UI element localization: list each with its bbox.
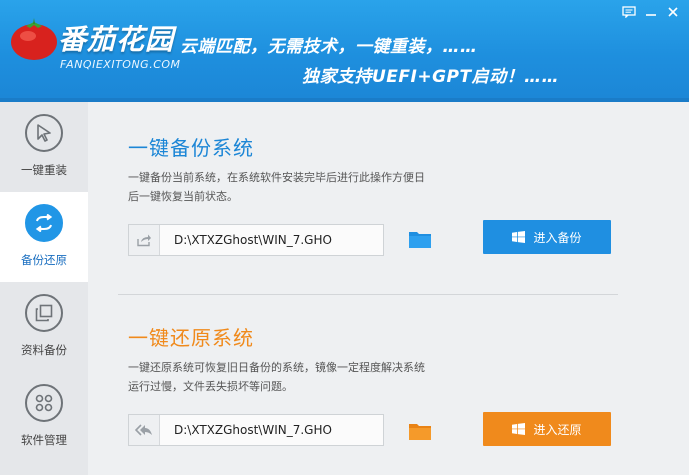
backup-description: 一键备份当前系统，在系统软件安装完毕后进行此操作方便日后一键恢复当前状态。 — [128, 171, 425, 203]
folder-icon — [409, 232, 431, 248]
copy-icon — [35, 304, 53, 322]
enter-restore-button[interactable]: 进入还原 — [483, 412, 611, 446]
windows-logo-icon — [512, 231, 526, 243]
backup-path-value: D:\XTXZGhost\WIN_7.GHO — [174, 233, 332, 247]
app-subtitle: FANQIEXITONG.COM — [60, 58, 181, 71]
path-field-icon-wrap — [129, 415, 160, 445]
cursor-icon — [37, 124, 51, 142]
sidebar-item-icon-wrap — [25, 384, 63, 422]
sidebar-item-icon-wrap — [25, 204, 63, 242]
sidebar-item-backup-restore[interactable]: 备份还原 — [0, 192, 88, 282]
enter-restore-label: 进入还原 — [533, 422, 582, 437]
section-divider — [118, 294, 618, 295]
feedback-icon — [622, 6, 636, 18]
slogan-line-1: 云端匹配，无需技术，一键重装，…… — [180, 37, 478, 57]
sidebar-item-reinstall[interactable]: 一键重装 — [0, 102, 88, 192]
reply-all-icon — [135, 424, 152, 436]
sidebar-item-icon-wrap — [25, 294, 63, 332]
backup-browse-button[interactable] — [408, 228, 432, 250]
backup-title: 一键备份系统 — [128, 136, 254, 160]
path-field-icon-wrap — [129, 225, 160, 255]
sidebar: 一键重装 备份还原 资料备份 软件管理 — [0, 102, 88, 475]
close-button[interactable] — [663, 4, 683, 20]
sidebar-item-label: 软件管理 — [21, 433, 67, 447]
restore-path-field[interactable]: D:\XTXZGhost\WIN_7.GHO — [128, 414, 384, 446]
windows-logo-icon — [512, 423, 526, 435]
sidebar-item-label: 资料备份 — [21, 343, 67, 357]
minimize-icon — [646, 14, 656, 16]
enter-backup-label: 进入备份 — [533, 230, 582, 245]
sidebar-item-icon-wrap — [25, 114, 63, 152]
restore-browse-button[interactable] — [408, 420, 432, 442]
enter-backup-button[interactable]: 进入备份 — [483, 220, 611, 254]
sidebar-item-software[interactable]: 软件管理 — [0, 372, 88, 462]
slogan-line-2: 独家支持UEFI+GPT启动！…… — [302, 67, 560, 87]
sidebar-item-label: 一键重装 — [21, 163, 67, 177]
feedback-button[interactable] — [619, 4, 639, 20]
app-header: 番茄花园 FANQIEXITONG.COM 云端匹配，无需技术，一键重装，…… … — [0, 0, 689, 102]
sync-icon — [35, 214, 53, 232]
restore-path-value: D:\XTXZGhost\WIN_7.GHO — [174, 423, 332, 437]
main-content: 一键备份系统 一键备份当前系统，在系统软件安装完毕后进行此操作方便日后一键恢复当… — [88, 102, 689, 475]
close-icon — [668, 7, 678, 17]
grid-icon — [35, 394, 53, 412]
app-title: 番茄花园 — [58, 23, 175, 56]
tomato-logo-icon — [11, 18, 57, 60]
restore-title: 一键还原系统 — [128, 326, 254, 350]
export-icon — [137, 234, 151, 247]
minimize-button[interactable] — [641, 4, 661, 20]
sidebar-item-data-backup[interactable]: 资料备份 — [0, 282, 88, 372]
window-controls — [619, 4, 683, 20]
folder-icon — [409, 424, 431, 440]
sidebar-item-label: 备份还原 — [21, 253, 67, 267]
backup-path-field[interactable]: D:\XTXZGhost\WIN_7.GHO — [128, 224, 384, 256]
restore-description: 一键还原系统可恢复旧日备份的系统，镜像一定程度解决系统运行过慢，文件丢失损坏等问… — [128, 361, 425, 393]
